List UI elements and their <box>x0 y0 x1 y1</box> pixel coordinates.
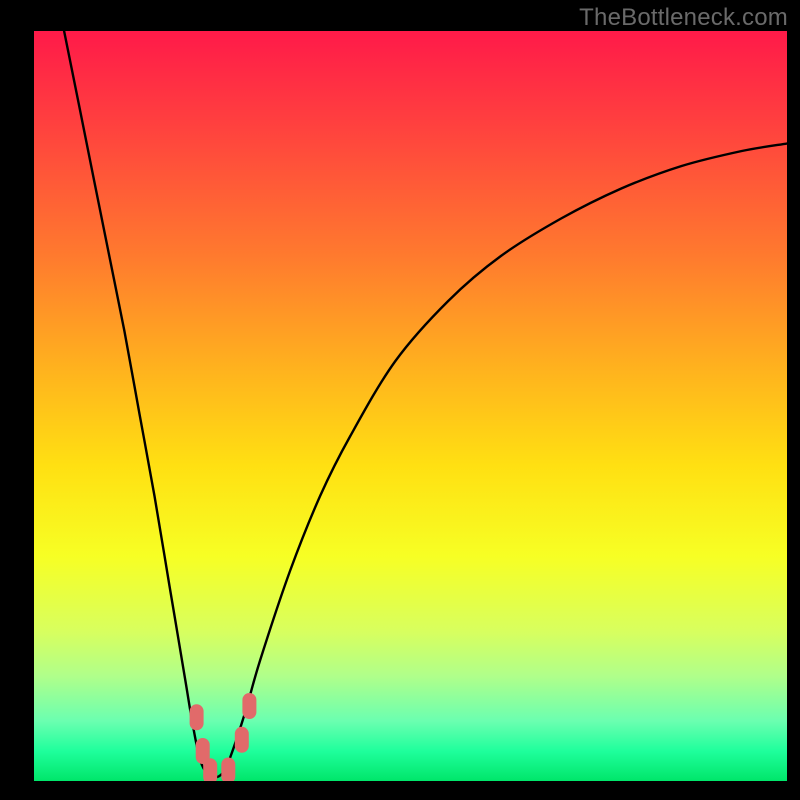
chart-plot-area <box>34 31 787 781</box>
curve-marker <box>235 727 249 753</box>
curve-marker <box>221 758 235 782</box>
bottleneck-curve-svg <box>34 31 787 781</box>
bottleneck-curve <box>64 31 787 777</box>
curve-markers <box>190 693 257 781</box>
curve-marker <box>190 704 204 730</box>
watermark: TheBottleneck.com <box>579 4 788 32</box>
curve-marker <box>203 758 217 781</box>
curve-marker <box>242 693 256 719</box>
